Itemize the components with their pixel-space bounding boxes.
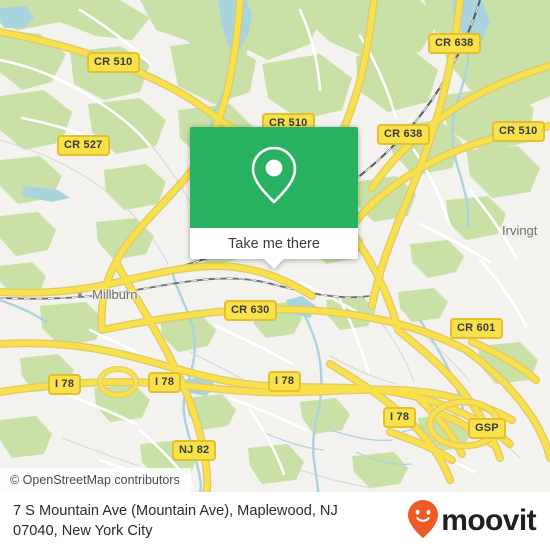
road-shield-cr510-east[interactable]: CR 510: [492, 121, 545, 142]
road-shield-cr527[interactable]: CR 527: [57, 135, 110, 156]
address-line-1: 7 S Mountain Ave (Mountain Ave), Maplewo…: [13, 503, 338, 519]
place-label-millburn: Millburn: [92, 287, 138, 302]
popup-header: [190, 127, 358, 228]
attribution-text: © OpenStreetMap contributors: [10, 473, 180, 487]
road-shield-cr638-east[interactable]: CR 638: [377, 124, 430, 145]
location-popup-card[interactable]: Take me there: [190, 127, 358, 269]
road-shield-nj82[interactable]: NJ 82: [172, 440, 217, 461]
road-shield-cr638-north[interactable]: CR 638: [428, 33, 481, 54]
map-pin-icon: [249, 144, 299, 211]
popup-pointer: [263, 258, 285, 269]
moovit-logo[interactable]: moovit: [408, 499, 537, 543]
road-shield-i78-east[interactable]: I 78: [383, 407, 417, 428]
map-screenshot: Millburn Irvingt CR 638 CR 510 CR 510 CR…: [0, 0, 550, 550]
address-block: 7 S Mountain Ave (Mountain Ave), Maplewo…: [13, 501, 338, 541]
take-me-there-button[interactable]: Take me there: [190, 228, 358, 259]
road-shield-i78-center[interactable]: I 78: [268, 371, 302, 392]
road-shield-cr630[interactable]: CR 630: [224, 300, 277, 321]
map-attribution[interactable]: © OpenStreetMap contributors: [0, 468, 191, 492]
map-canvas[interactable]: Millburn Irvingt CR 638 CR 510 CR 510 CR…: [0, 0, 550, 492]
place-label-irvington: Irvingt: [502, 223, 538, 238]
road-shield-i78-west[interactable]: I 78: [48, 374, 82, 395]
moovit-smiling-pin-icon: [408, 499, 439, 543]
road-shield-cr601[interactable]: CR 601: [450, 318, 503, 339]
road-shield-gsp[interactable]: GSP: [468, 418, 506, 439]
moovit-wordmark: moovit: [441, 504, 536, 537]
road-shield-cr510-northwest[interactable]: CR 510: [87, 52, 140, 73]
take-me-there-label: Take me there: [228, 235, 320, 252]
address-line-2: 07040, New York City: [13, 523, 153, 539]
footer-bar: 7 S Mountain Ave (Mountain Ave), Maplewo…: [0, 492, 550, 550]
road-shield-i78-center-west[interactable]: I 78: [148, 372, 182, 393]
place-dot-millburn: [78, 293, 82, 297]
